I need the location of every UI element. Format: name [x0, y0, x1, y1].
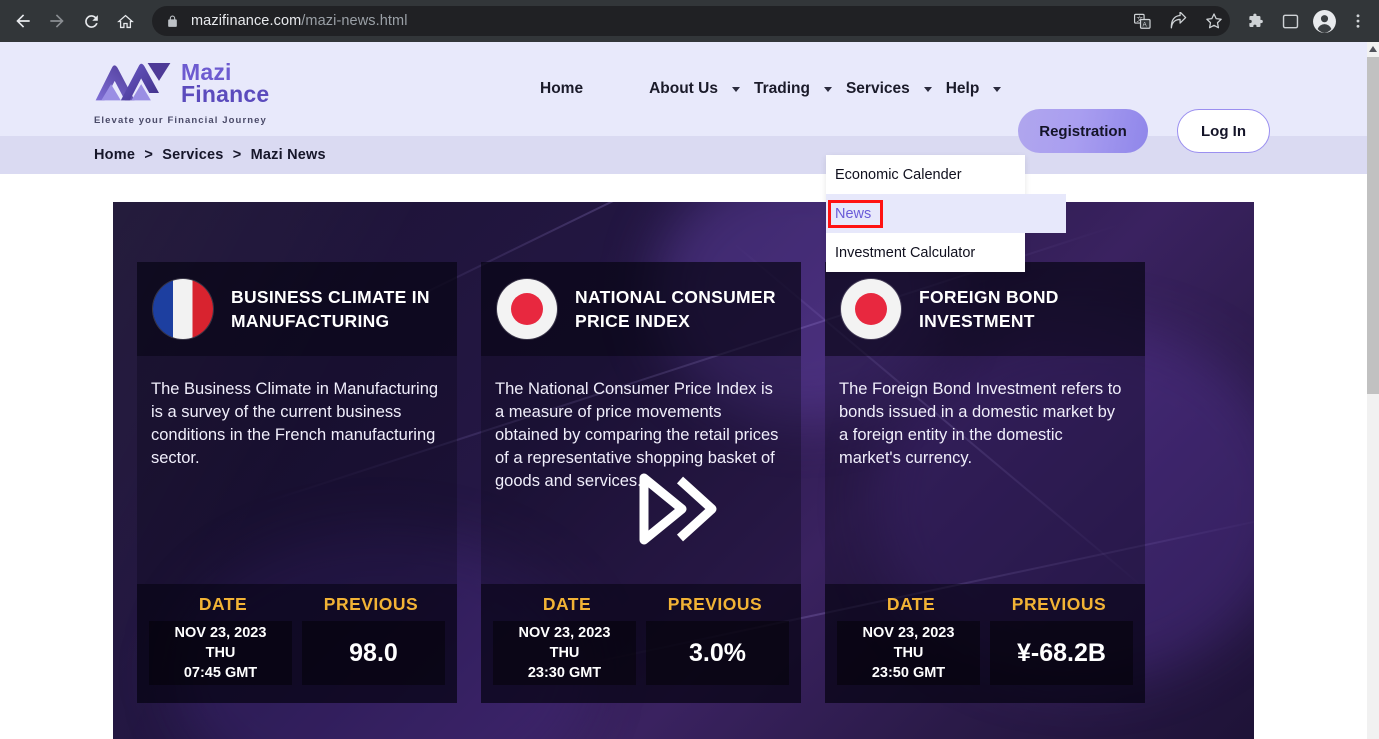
translate-icon[interactable]: 文A — [1127, 6, 1157, 36]
chevron-down-icon[interactable] — [823, 86, 832, 92]
news-card[interactable]: BUSINESS CLIMATE IN MANUFACTURING The Bu… — [137, 262, 457, 703]
date-column-header: DATE — [198, 594, 248, 614]
url-domain: mazifinance.com — [191, 13, 302, 29]
home-icon[interactable] — [108, 4, 142, 38]
news-card-previous-value: ¥-68.2B — [990, 621, 1133, 685]
browser-toolbar: mazifinance.com/mazi-news.html 文A — [0, 0, 1379, 42]
date-line-2: THU — [893, 645, 924, 661]
breadcrumb-current: Mazi News — [250, 147, 326, 163]
forward-arrow-icon[interactable] — [40, 4, 74, 38]
chevron-down-icon[interactable] — [731, 86, 740, 92]
main-navigation: Home About Us Trading Services Help — [540, 42, 1015, 136]
date-line-1: NOV 23, 2023 — [174, 625, 267, 641]
news-card-title: FOREIGN BOND INVESTMENT — [919, 287, 1059, 331]
page-viewport: Mazi Finance Elevate your Financial Jour… — [0, 42, 1367, 739]
url-path: /mazi-news.html — [301, 13, 408, 29]
extensions-puzzle-icon[interactable] — [1241, 6, 1271, 36]
nav-item-about-us[interactable]: About Us — [649, 80, 718, 98]
nav-item-trading[interactable]: Trading — [754, 80, 810, 98]
news-card-footer: DATE PREVIOUS NOV 23, 2023 THU 23:30 GMT — [481, 584, 801, 703]
scrollbar-up-arrow-icon[interactable] — [1367, 42, 1379, 56]
scrollbar-thumb[interactable] — [1367, 57, 1379, 394]
news-card-date: NOV 23, 2023 THU 07:45 GMT — [149, 621, 292, 685]
bookmark-star-icon[interactable] — [1199, 6, 1229, 36]
date-column-header: DATE — [542, 594, 592, 614]
previous-value-text: 3.0% — [689, 638, 746, 667]
profile-avatar-icon[interactable] — [1309, 6, 1339, 36]
nav-item-help[interactable]: Help — [946, 80, 980, 98]
news-card-list: BUSINESS CLIMATE IN MANUFACTURING The Bu… — [113, 202, 1254, 703]
share-icon[interactable] — [1163, 6, 1193, 36]
url-text: mazifinance.com/mazi-news.html — [191, 13, 408, 29]
japan-flag-icon — [497, 279, 557, 339]
news-card-title: BUSINESS CLIMATE IN MANUFACTURING — [231, 287, 430, 331]
lock-icon — [166, 14, 179, 29]
reload-icon[interactable] — [74, 4, 108, 38]
logo-tagline: Elevate your Financial Journey — [94, 115, 267, 126]
date-line-1: NOV 23, 2023 — [518, 625, 611, 641]
site-logo[interactable]: Mazi Finance Elevate your Financial Jour… — [94, 56, 269, 126]
nav-item-services[interactable]: Services — [846, 80, 910, 98]
news-card-description: The Business Climate in Manufacturing is… — [151, 380, 439, 467]
address-bar[interactable]: mazifinance.com/mazi-news.html — [152, 6, 1230, 36]
date-column-header: DATE — [886, 594, 936, 614]
date-line-3: 23:30 GMT — [527, 665, 602, 681]
dropdown-item-investment-calculator[interactable]: Investment Calculator — [826, 233, 1066, 272]
three-dot-menu-icon[interactable] — [1343, 6, 1373, 36]
news-section: BUSINESS CLIMATE IN MANUFACTURING The Bu… — [0, 174, 1367, 739]
news-card[interactable]: FOREIGN BOND INVESTMENT The Foreign Bond… — [825, 262, 1145, 703]
logo-wordmark: Mazi Finance — [181, 60, 270, 107]
nav-item-home[interactable]: Home — [540, 80, 583, 98]
news-card-date: NOV 23, 2023 THU 23:50 GMT — [837, 621, 980, 685]
news-card-previous-value: 98.0 — [302, 621, 445, 685]
japan-flag-icon — [841, 279, 901, 339]
date-line-3: 07:45 GMT — [183, 665, 258, 681]
news-card-footer: DATE PREVIOUS NOV 23, 2023 THU 23:50 GMT — [825, 584, 1145, 703]
chevron-down-icon[interactable] — [993, 86, 1002, 92]
news-card-date: NOV 23, 2023 THU 23:30 GMT — [493, 621, 636, 685]
date-line-2: THU — [205, 645, 236, 661]
breadcrumb-separator: > — [144, 147, 153, 163]
date-line-1: NOV 23, 2023 — [862, 625, 955, 641]
news-card-header: BUSINESS CLIMATE IN MANUFACTURING — [137, 262, 457, 356]
news-panel: BUSINESS CLIMATE IN MANUFACTURING The Bu… — [113, 202, 1254, 739]
chevron-down-icon[interactable] — [923, 86, 932, 92]
news-card-title: NATIONAL CONSUMER PRICE INDEX — [575, 287, 776, 331]
mazi-mountain-logo-icon — [94, 56, 172, 109]
previous-column-header: PREVIOUS — [323, 594, 419, 614]
site-header: Mazi Finance Elevate your Financial Jour… — [0, 42, 1367, 153]
chevron-right-next-icon[interactable] — [636, 468, 726, 550]
side-panel-icon[interactable] — [1275, 6, 1305, 36]
date-line-3: 23:50 GMT — [871, 665, 946, 681]
news-card-description: The Foreign Bond Investment refers to bo… — [839, 380, 1122, 467]
breadcrumb-home[interactable]: Home — [94, 147, 135, 163]
france-flag-icon — [153, 279, 213, 339]
breadcrumb: Home > Services > Mazi News — [94, 147, 326, 163]
previous-value-text: ¥-68.2B — [1017, 638, 1106, 667]
previous-column-header: PREVIOUS — [667, 594, 763, 614]
dropdown-item-economic-calender[interactable]: Economic Calender — [826, 155, 1025, 194]
previous-column-header: PREVIOUS — [1011, 594, 1107, 614]
login-button[interactable]: Log In — [1177, 109, 1270, 153]
news-card-previous-value: 3.0% — [646, 621, 789, 685]
back-arrow-icon[interactable] — [6, 4, 40, 38]
breadcrumb-services[interactable]: Services — [162, 147, 223, 163]
news-card-footer: DATE PREVIOUS NOV 23, 2023 THU 07:45 GMT — [137, 584, 457, 703]
news-card-header: FOREIGN BOND INVESTMENT — [825, 262, 1145, 356]
registration-button[interactable]: Registration — [1018, 109, 1148, 153]
previous-value-text: 98.0 — [349, 638, 398, 667]
page-scrollbar[interactable] — [1367, 42, 1379, 739]
date-line-2: THU — [549, 645, 580, 661]
logo-line-2: Finance — [181, 80, 270, 107]
breadcrumb-separator: > — [232, 147, 242, 163]
breadcrumb-bar: Home > Services > Mazi News — [0, 136, 1367, 174]
news-highlight-box — [828, 200, 883, 228]
news-card-header: NATIONAL CONSUMER PRICE INDEX — [481, 262, 801, 356]
